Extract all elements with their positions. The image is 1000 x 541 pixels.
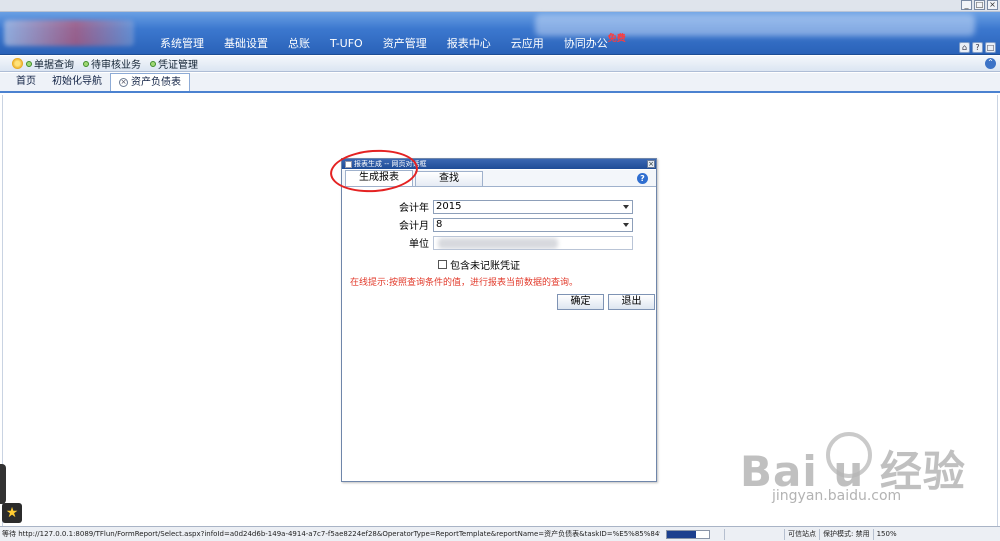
- toolbar-voucher-management[interactable]: 凭证管理: [150, 56, 198, 71]
- nav-system-management[interactable]: 系统管理: [150, 35, 214, 53]
- app-header: 系统管理 基础设置 总账 T-UFO 资产管理 报表中心 云应用 协同办公 免费 …: [0, 12, 1000, 55]
- unit-label: 单位: [409, 239, 429, 250]
- free-badge: 免费: [607, 34, 626, 44]
- online-hint: 在线提示:按照查询条件的值，进行报表当前数据的查询。: [350, 278, 579, 288]
- dot-icon: [83, 60, 89, 67]
- trusted-zone[interactable]: 可信站点: [784, 528, 819, 540]
- load-progress: [666, 529, 710, 539]
- window-buttons: _ □ ×: [961, 0, 998, 10]
- page-tabs: 首页 初始化导航 × 资产负债表: [0, 73, 1000, 93]
- toolbar-item-label: 待审核业务: [91, 60, 141, 71]
- unit-row: 单位: [342, 235, 633, 250]
- dot-icon: [150, 60, 156, 67]
- include-unposted-checkbox[interactable]: [438, 260, 447, 269]
- maximize-button[interactable]: □: [974, 0, 985, 10]
- quick-toolbar: 单据查询 待审核业务 凭证管理 ⌃: [0, 56, 1000, 72]
- tab-home[interactable]: 首页: [8, 73, 44, 91]
- tab-init-navigation[interactable]: 初始化导航: [44, 73, 110, 91]
- toolbar-pending-review[interactable]: 待审核业务: [83, 56, 141, 71]
- home-icon[interactable]: ⌂: [959, 42, 970, 53]
- status-bar: 等待 http://127.0.0.1:8089/TFlun/FormRepor…: [0, 526, 1000, 541]
- status-text: 等待 http://127.0.0.1:8089/TFlun/FormRepor…: [2, 530, 660, 538]
- zoom-level[interactable]: 150%: [872, 528, 900, 540]
- header-banner: [535, 14, 975, 36]
- window-titlebar: _ □ ×: [0, 0, 1000, 12]
- chevron-down-icon: [623, 204, 629, 209]
- tab-balance-sheet-label: 资产负债表: [131, 76, 181, 88]
- header-icons: ⌂ ? □: [959, 42, 996, 53]
- ok-button[interactable]: 确定: [557, 294, 604, 310]
- month-select[interactable]: 8: [433, 217, 633, 232]
- watermark-url: jingyan.baidu.com: [772, 488, 902, 504]
- nav-basic-settings[interactable]: 基础设置: [214, 35, 278, 53]
- year-select[interactable]: 2015: [433, 199, 633, 214]
- year-row: 会计年 2015: [342, 199, 633, 214]
- year-value: 2015: [436, 200, 462, 212]
- dialog-close-button[interactable]: ×: [647, 160, 655, 168]
- unit-input[interactable]: [433, 235, 633, 250]
- include-unposted-row: 包含未记账凭证: [438, 257, 520, 272]
- dot-icon: [26, 60, 32, 67]
- month-value: 8: [436, 218, 443, 230]
- gear-icon[interactable]: [12, 58, 23, 69]
- main-nav: 系统管理 基础设置 总账 T-UFO 资产管理 报表中心 云应用 协同办公 免费: [150, 34, 626, 53]
- toolbar-item-label: 凭证管理: [158, 60, 198, 71]
- window-icon[interactable]: □: [985, 42, 996, 53]
- logo: [4, 20, 134, 46]
- report-generate-dialog: 报表生成 -- 网页对话框 × 生成报表 查找 ? 会计年 2015 会计月 8…: [341, 158, 657, 482]
- load-progress-fill: [667, 530, 697, 538]
- nav-asset-management[interactable]: 资产管理: [373, 35, 437, 53]
- tab-balance-sheet[interactable]: × 资产负债表: [110, 73, 190, 91]
- nav-cloud-apps[interactable]: 云应用: [501, 35, 554, 53]
- nav-t-ufo[interactable]: T-UFO: [320, 35, 373, 53]
- year-label: 会计年: [399, 203, 429, 214]
- nav-general-ledger[interactable]: 总账: [278, 35, 320, 53]
- month-label: 会计月: [399, 221, 429, 232]
- include-unposted-label: 包含未记账凭证: [450, 261, 520, 272]
- exit-button[interactable]: 退出: [608, 294, 655, 310]
- collapse-up-icon[interactable]: ⌃: [985, 58, 996, 69]
- nav-collaboration-label: 协同办公: [563, 37, 608, 50]
- toolbar-document-query[interactable]: 单据查询: [26, 56, 74, 71]
- star-icon[interactable]: ★: [2, 503, 22, 523]
- help-icon[interactable]: ?: [637, 173, 648, 184]
- month-row: 会计月 8: [342, 217, 633, 232]
- tab-search[interactable]: 查找: [415, 171, 483, 186]
- close-icon[interactable]: ×: [119, 78, 128, 87]
- nav-report-center[interactable]: 报表中心: [437, 35, 501, 53]
- protected-mode: 保护模式: 禁用: [819, 528, 873, 540]
- toolbar-item-label: 单据查询: [34, 60, 74, 71]
- side-handle[interactable]: [0, 464, 6, 504]
- chevron-down-icon: [623, 222, 629, 227]
- close-window-button[interactable]: ×: [987, 0, 998, 10]
- unit-value-redacted: [438, 237, 558, 249]
- help-icon[interactable]: ?: [972, 42, 983, 53]
- minimize-button[interactable]: _: [961, 0, 972, 10]
- status-cell: [724, 528, 784, 540]
- nav-collaboration[interactable]: 协同办公 免费: [554, 34, 626, 53]
